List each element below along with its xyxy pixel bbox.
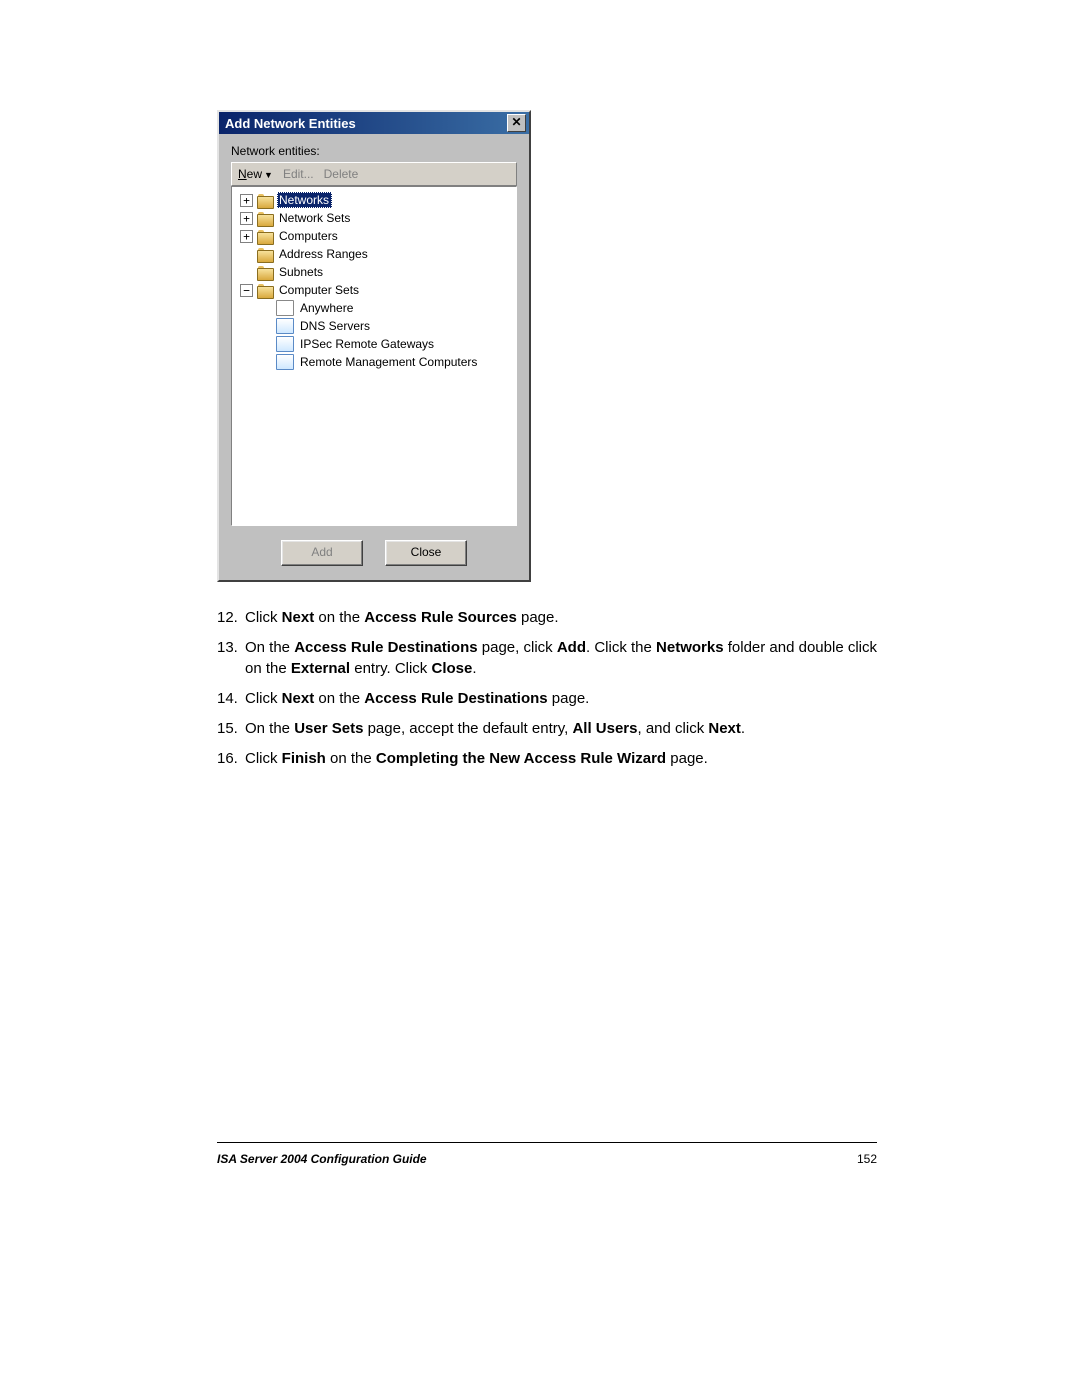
folder-icon [257, 212, 273, 225]
step-16: 16. Click Finish on the Completing the N… [217, 749, 877, 769]
delete-menu: Delete [324, 167, 359, 181]
tree-node-anywhere[interactable]: Anywhere [236, 299, 512, 317]
tree-label: Address Ranges [277, 246, 371, 262]
tree-node-ipsec[interactable]: IPSec Remote Gateways [236, 335, 512, 353]
tree-label: Computers [277, 228, 341, 244]
tree-node-subnets[interactable]: Subnets [236, 263, 512, 281]
computer-set-icon [276, 336, 294, 352]
step-15: 15. On the User Sets page, accept the de… [217, 719, 877, 739]
step-text: Click Finish on the Completing the New A… [245, 749, 708, 769]
tree-label: Computer Sets [277, 282, 362, 298]
tree-label: IPSec Remote Gateways [298, 336, 437, 352]
entities-label: Network entities: [231, 144, 517, 158]
computer-set-icon [276, 318, 294, 334]
step-12: 12. Click Next on the Access Rule Source… [217, 608, 877, 628]
tree-node-network-sets[interactable]: + Network Sets [236, 209, 512, 227]
add-button: Add [281, 540, 363, 566]
plus-icon[interactable]: + [240, 194, 253, 207]
step-14: 14. Click Next on the Access Rule Destin… [217, 689, 877, 709]
computer-set-icon [276, 300, 294, 316]
add-network-entities-dialog: Add Network Entities ✕ Network entities:… [217, 110, 531, 582]
tree-node-dns-servers[interactable]: DNS Servers [236, 317, 512, 335]
edit-menu: Edit... [283, 167, 314, 181]
folder-icon [257, 248, 273, 261]
step-number: 16. [217, 749, 245, 769]
folder-icon [257, 194, 273, 207]
instruction-list: 12. Click Next on the Access Rule Source… [217, 608, 877, 780]
titlebar: Add Network Entities ✕ [219, 112, 529, 134]
tree-label: Remote Management Computers [298, 354, 480, 370]
step-13: 13. On the Access Rule Destinations page… [217, 638, 877, 679]
folder-icon [257, 266, 273, 279]
minus-icon[interactable]: − [240, 284, 253, 297]
step-number: 12. [217, 608, 245, 628]
new-menu[interactable]: New▼ [238, 167, 273, 181]
tree-node-computer-sets[interactable]: − Computer Sets [236, 281, 512, 299]
toolbar: New▼ Edit... Delete [231, 162, 517, 186]
step-text: Click Next on the Access Rule Destinatio… [245, 689, 589, 709]
step-text: On the Access Rule Destinations page, cl… [245, 638, 877, 679]
step-text: On the User Sets page, accept the defaul… [245, 719, 745, 739]
plus-icon[interactable]: + [240, 212, 253, 225]
tree-label: Network Sets [277, 210, 353, 226]
tree-node-remote-mgmt[interactable]: Remote Management Computers [236, 353, 512, 371]
entities-tree[interactable]: + Networks + Network Sets + Computers Ad… [231, 186, 517, 526]
folder-icon [257, 230, 273, 243]
close-button[interactable]: Close [385, 540, 467, 566]
step-number: 13. [217, 638, 245, 679]
step-number: 14. [217, 689, 245, 709]
chevron-down-icon: ▼ [264, 170, 273, 180]
plus-icon[interactable]: + [240, 230, 253, 243]
page-footer: ISA Server 2004 Configuration Guide 152 [217, 1152, 877, 1166]
tree-label: Subnets [277, 264, 326, 280]
step-number: 15. [217, 719, 245, 739]
footer-page-number: 152 [857, 1152, 877, 1166]
tree-node-address-ranges[interactable]: Address Ranges [236, 245, 512, 263]
tree-label: Networks [277, 192, 332, 208]
computer-set-icon [276, 354, 294, 370]
tree-label: Anywhere [298, 300, 356, 316]
footer-divider [217, 1142, 877, 1143]
dialog-title: Add Network Entities [225, 116, 356, 131]
close-icon[interactable]: ✕ [507, 114, 526, 132]
step-text: Click Next on the Access Rule Sources pa… [245, 608, 559, 628]
folder-icon [257, 284, 273, 297]
tree-node-computers[interactable]: + Computers [236, 227, 512, 245]
footer-doc-title: ISA Server 2004 Configuration Guide [217, 1152, 427, 1166]
tree-label: DNS Servers [298, 318, 373, 334]
tree-node-networks[interactable]: + Networks [236, 191, 512, 209]
